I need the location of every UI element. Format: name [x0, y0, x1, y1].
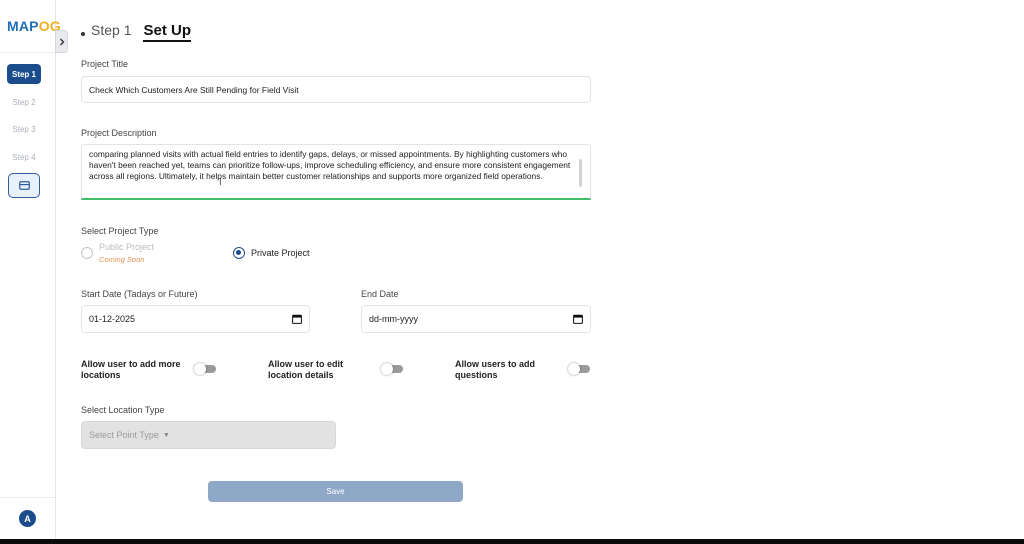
location-type-placeholder: Select Point Type [89, 430, 159, 440]
toggle-label-line: Allow users to add [455, 359, 536, 369]
project-description-text: comparing planned visits with actual fie… [89, 149, 571, 181]
toggle-knob [381, 363, 393, 375]
toggle-label-line: Allow user to add more [81, 359, 181, 369]
sidebar-step-1[interactable]: Step 1 [7, 64, 41, 84]
toggle-label-line: questions [455, 369, 498, 380]
sidebar-step-3[interactable]: Step 3 [7, 119, 41, 139]
calendar-icon[interactable] [573, 314, 583, 324]
logo-text-map: MAP [7, 18, 39, 34]
toggle-knob [194, 363, 206, 375]
toggle-add-locations-label: Allow user to add more locations [81, 359, 181, 380]
caret-down-icon: ▼ [162, 431, 170, 439]
start-date-value: 01-12-2025 [89, 314, 136, 324]
sidebar-divider [0, 52, 55, 53]
sidebar-expand-button[interactable] [55, 30, 68, 53]
end-date-placeholder: dd-mm-yyyy [369, 314, 418, 324]
save-button[interactable]: Save [208, 481, 463, 502]
toggle-label-line: locations [81, 369, 121, 380]
toggle-knob [568, 363, 580, 375]
sidebar-bottom-divider [0, 497, 55, 498]
sidebar: MAPOG Step 1 Step 2 Step 3 Step 4 A [0, 0, 61, 539]
project-title-input[interactable]: Check Which Customers Are Still Pending … [81, 76, 591, 103]
public-project-radio [81, 247, 93, 259]
calendar-icon[interactable] [292, 314, 302, 324]
private-project-label[interactable]: Private Project [251, 248, 310, 258]
project-description-textarea[interactable]: comparing planned visits with actual fie… [81, 144, 591, 200]
coming-soon-note: Coming Soon [99, 255, 145, 264]
location-type-select[interactable]: Select Point Type ▼ [81, 421, 336, 449]
private-project-radio[interactable] [233, 247, 245, 259]
sidebar-step-2[interactable]: Step 2 [7, 92, 41, 112]
toggle-edit-locations[interactable] [381, 363, 403, 375]
start-date-label: Start Date (Tadays or Future) [81, 289, 198, 299]
chevron-right-icon [59, 38, 64, 45]
project-description-label: Project Description [81, 128, 157, 138]
toggle-label-line: location details [268, 369, 334, 380]
logo: MAPOG [7, 18, 61, 34]
text-cursor-icon: I [219, 177, 222, 188]
end-date-label: End Date [361, 289, 399, 299]
bullet-dot [81, 32, 85, 36]
textarea-scrollbar[interactable] [579, 159, 582, 187]
location-type-label: Select Location Type [81, 405, 165, 415]
bottom-edge-bar [0, 539, 1024, 544]
app-window: MAPOG Step 1 Step 2 Step 3 Step 4 A Step… [0, 0, 1024, 544]
toggle-add-questions[interactable] [568, 363, 590, 375]
start-date-input[interactable]: 01-12-2025 [81, 305, 310, 333]
page-header: Step 1 Set Up [81, 22, 191, 42]
toggle-add-questions-label: Allow users to add questions [455, 359, 535, 380]
sidebar-card-button[interactable] [8, 173, 40, 198]
toggle-add-locations[interactable] [194, 363, 216, 375]
end-date-input[interactable]: dd-mm-yyyy [361, 305, 591, 333]
toggle-label-line: Allow user to edit [268, 359, 344, 369]
card-icon [18, 181, 30, 190]
public-project-label: Public Project [99, 242, 155, 252]
avatar[interactable]: A [19, 510, 36, 527]
project-title-label: Project Title [81, 59, 129, 69]
toggle-edit-locations-label: Allow user to edit location details [268, 359, 343, 380]
sidebar-step-4[interactable]: Step 4 [7, 147, 41, 167]
page-title: Set Up [143, 22, 191, 42]
header-step: Step 1 [91, 22, 132, 38]
project-type-label: Select Project Type [81, 226, 159, 236]
